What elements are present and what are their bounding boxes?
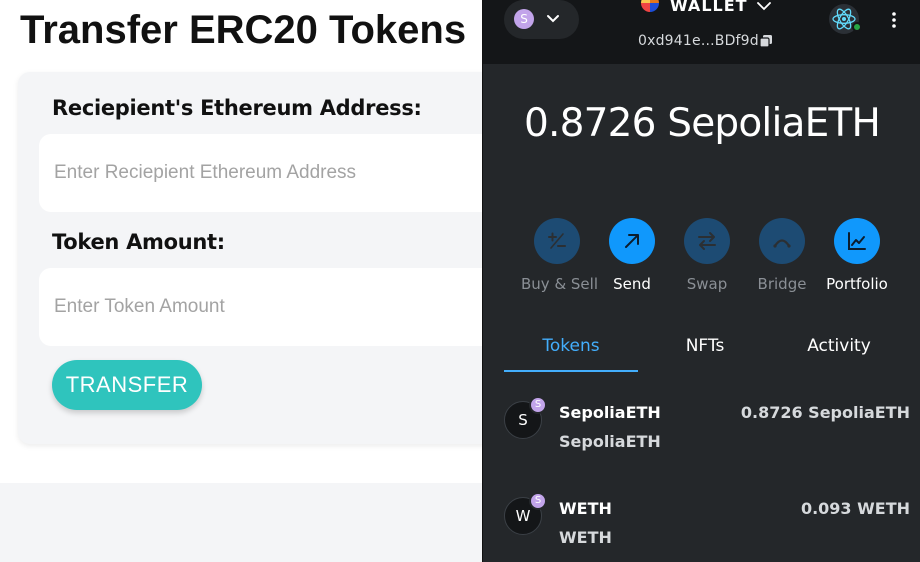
- token-network-badge: S: [529, 396, 547, 414]
- buy-sell-button[interactable]: Buy & Sell: [521, 218, 598, 293]
- token-symbol: WETH: [559, 528, 612, 547]
- transfer-button[interactable]: TRANSFER: [52, 360, 202, 410]
- account-avatar-icon: [641, 0, 659, 12]
- token-amount-label: Token Amount:: [52, 230, 225, 254]
- send-button[interactable]: Send: [596, 218, 668, 293]
- page-title: Transfer ERC20 Tokens: [20, 8, 467, 52]
- swap-label: Swap: [686, 275, 728, 293]
- bridge-button[interactable]: Bridge: [746, 218, 818, 293]
- tab-tokens[interactable]: Tokens: [504, 336, 638, 372]
- token-network-badge: S: [529, 492, 547, 510]
- chart-line-icon: [834, 218, 880, 264]
- token-row-sepoliaeth[interactable]: S S SepoliaETH SepoliaETH 0.8726 Sepolia…: [483, 390, 920, 470]
- plus-minus-icon: [534, 218, 580, 264]
- swap-arrows-icon: [684, 218, 730, 264]
- connected-status-dot: [852, 22, 862, 32]
- token-name: SepoliaETH: [559, 403, 661, 422]
- send-label: Send: [613, 275, 651, 293]
- recipient-address-label: Reciepient's Ethereum Address:: [52, 96, 422, 120]
- wallet-popup: S WALLET 0xd941e...BDf9d 0.8726 SepoliaE…: [482, 0, 920, 562]
- token-balance: 0.093 WETH: [800, 499, 910, 518]
- bridge-label: Bridge: [757, 275, 807, 293]
- kebab-menu-icon[interactable]: [889, 10, 899, 30]
- recipient-address-input[interactable]: [39, 134, 539, 212]
- wallet-header: S WALLET 0xd941e...BDf9d: [483, 0, 920, 64]
- account-name[interactable]: WALLET: [670, 0, 748, 15]
- buy-sell-label: Buy & Sell: [521, 275, 598, 293]
- network-avatar: S: [514, 9, 534, 29]
- chevron-down-icon: [547, 15, 559, 23]
- swap-button[interactable]: Swap: [671, 218, 743, 293]
- copy-icon[interactable]: [759, 34, 773, 48]
- tab-nfts[interactable]: NFTs: [638, 336, 772, 372]
- bridge-icon: [759, 218, 805, 264]
- token-amount-input[interactable]: [39, 268, 539, 346]
- account-address[interactable]: 0xd941e...BDf9d: [638, 33, 759, 49]
- token-balance: 0.8726 SepoliaETH: [740, 403, 910, 422]
- arrow-up-right-icon: [609, 218, 655, 264]
- transfer-form: Reciepient's Ethereum Address: Token Amo…: [18, 72, 539, 444]
- token-symbol: SepoliaETH: [559, 432, 661, 451]
- network-picker[interactable]: S: [504, 0, 579, 39]
- portfolio-button[interactable]: Portfolio: [821, 218, 893, 293]
- token-row-weth[interactable]: W S WETH WETH 0.093 WETH: [483, 486, 920, 562]
- tab-activity[interactable]: Activity: [772, 336, 906, 372]
- token-name: WETH: [559, 499, 612, 518]
- account-balance: 0.8726 SepoliaETH: [524, 101, 881, 146]
- portfolio-label: Portfolio: [826, 275, 888, 293]
- account-chevron-down-icon[interactable]: [755, 0, 773, 15]
